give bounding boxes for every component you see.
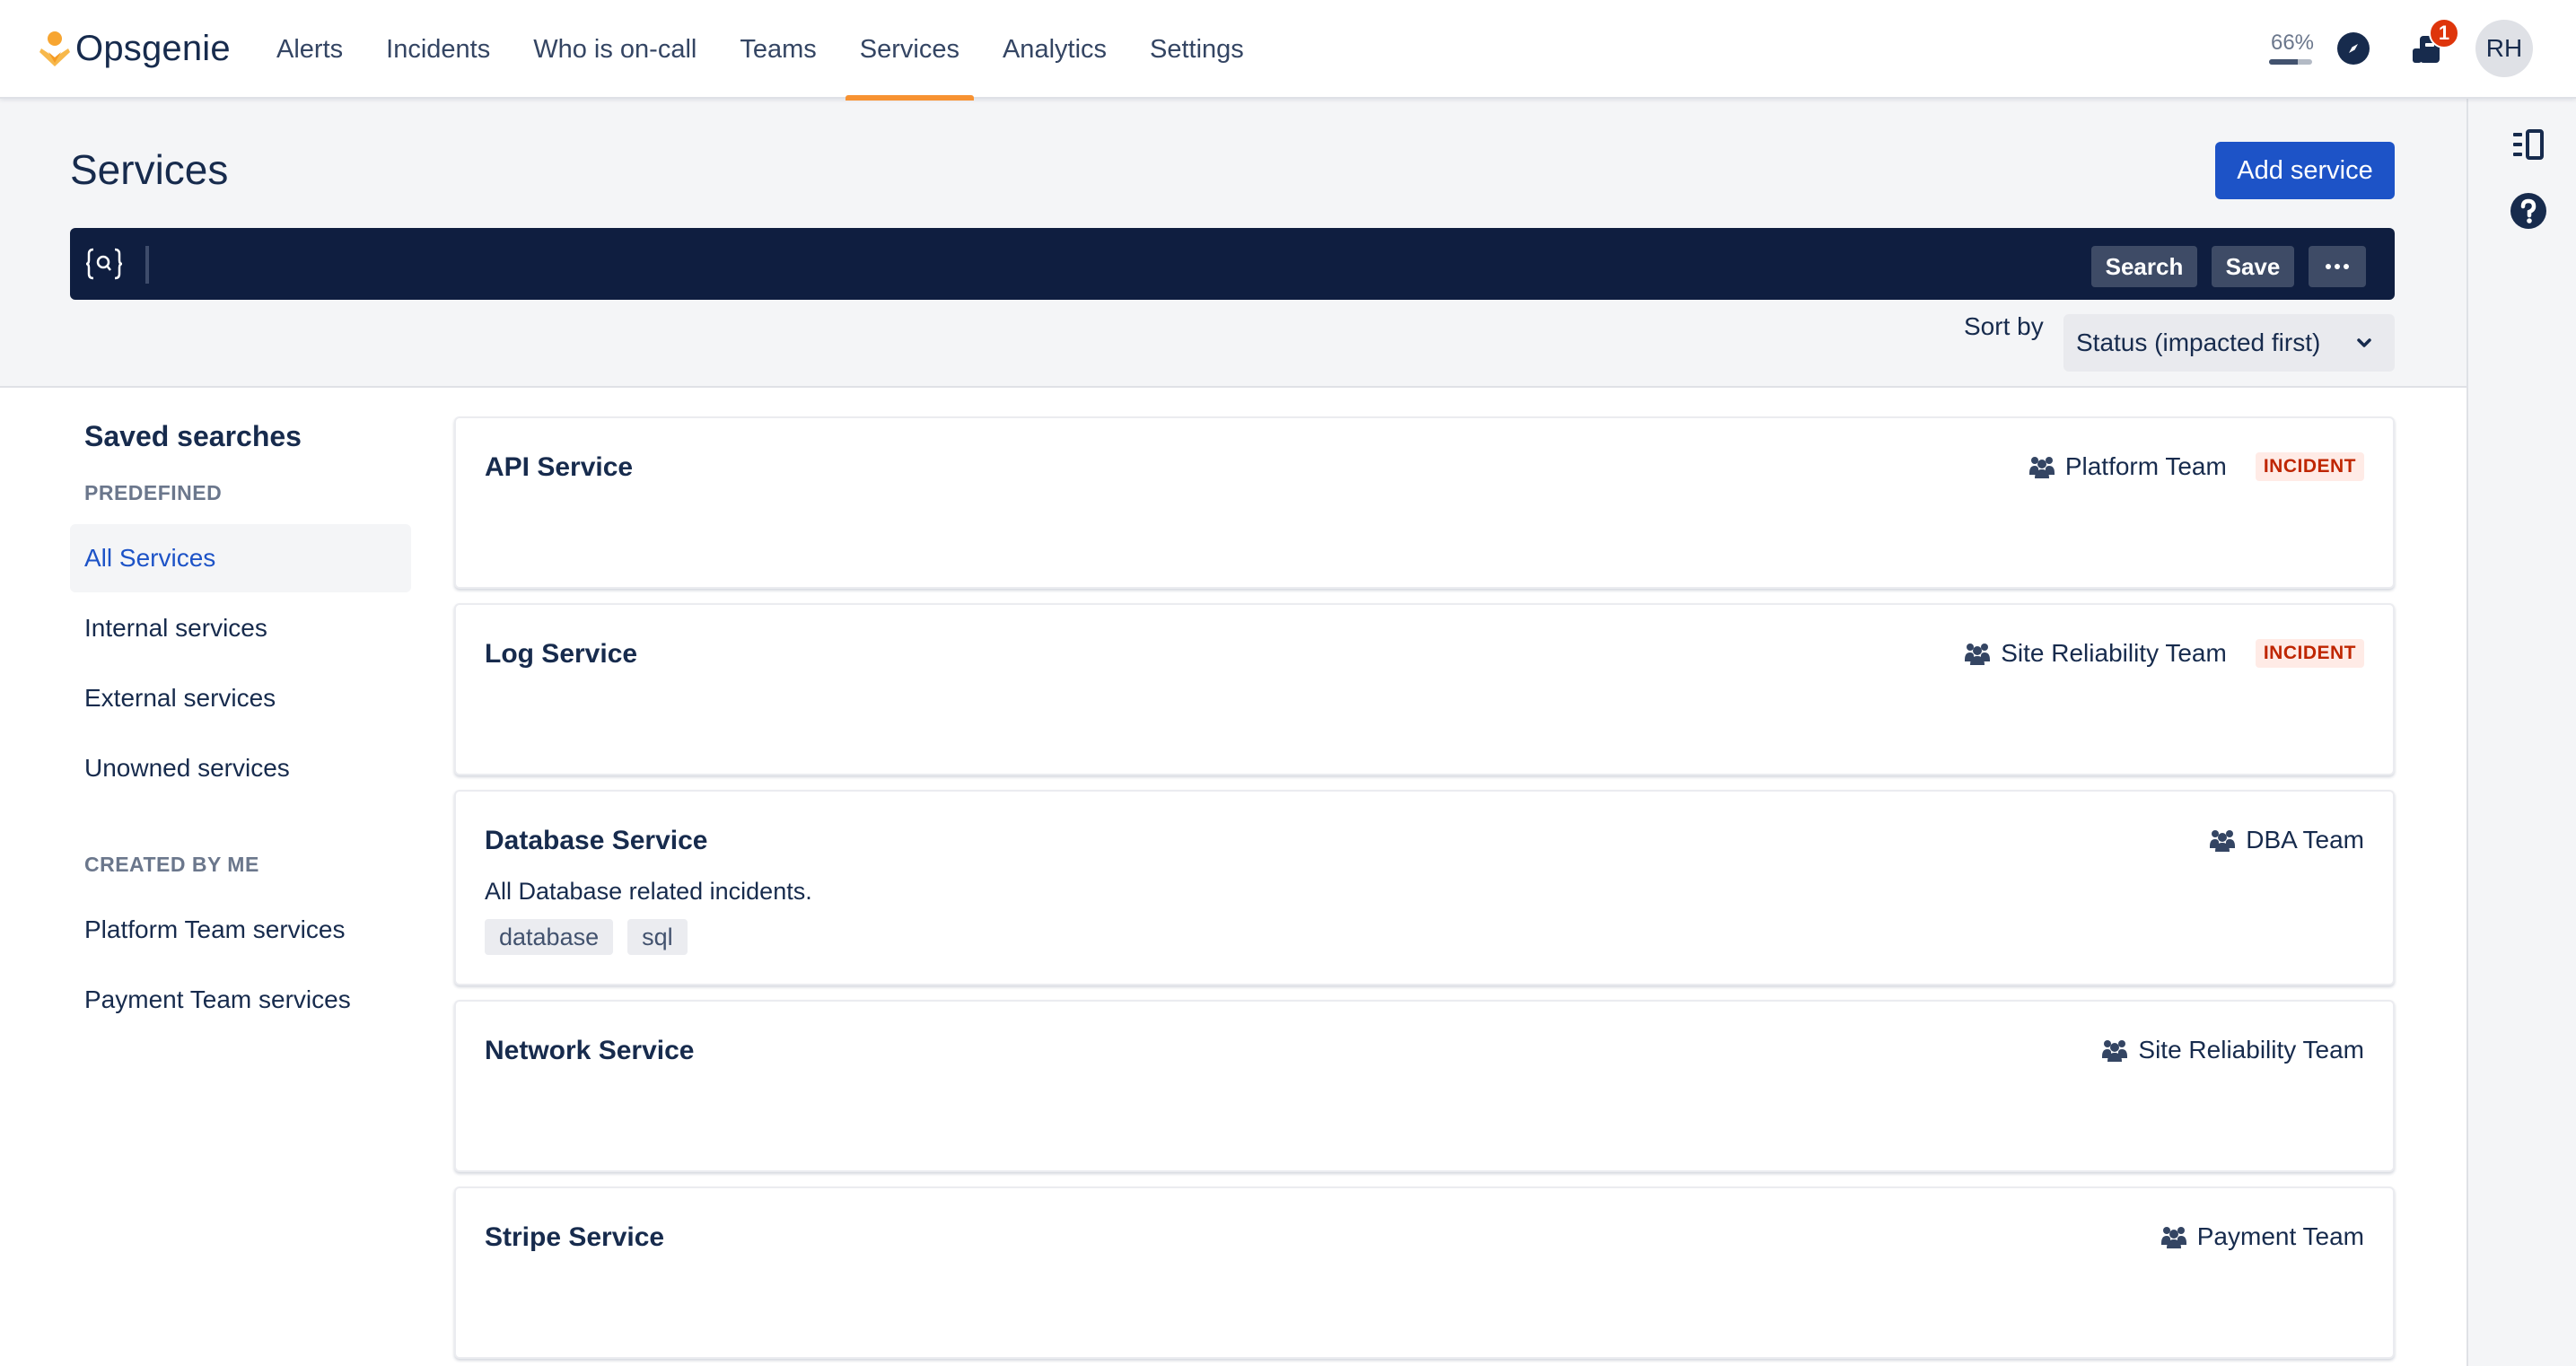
service-card-database-service[interactable]: Database Service All Database related in…: [454, 790, 2395, 985]
saved-search-label: Platform Team services: [84, 915, 346, 943]
more-horizontal-icon: [2326, 264, 2349, 269]
nav-item-teams[interactable]: Teams: [725, 0, 830, 99]
service-name: Stripe Service: [485, 1222, 665, 1252]
service-name: Network Service: [485, 1036, 695, 1065]
saved-search-external-services[interactable]: External services: [70, 664, 411, 732]
panel-toggle-icon[interactable]: [2510, 126, 2547, 163]
saved-search-internal-services[interactable]: Internal services: [70, 594, 411, 662]
nav-item-who-is-on-call[interactable]: Who is on-call: [519, 0, 711, 99]
service-team: Site Reliability Team: [1965, 639, 2227, 668]
team-name: Site Reliability Team: [2001, 639, 2227, 667]
quota-bar-fill: [2269, 59, 2298, 65]
tag-sql[interactable]: sql: [627, 919, 688, 955]
opsgenie-logo[interactable]: Opsgenie: [39, 23, 231, 74]
incident-status-badge: INCIDENT: [2255, 639, 2364, 668]
service-card-network-service[interactable]: Network Service Site Reliability Team: [454, 1000, 2395, 1172]
sort-selected-value: Status (impacted first): [2076, 328, 2321, 356]
nav-item-alerts[interactable]: Alerts: [262, 0, 357, 99]
notification-count-badge: 1: [2429, 18, 2459, 48]
section-heading-created-by-me: CREATED BY ME: [84, 853, 259, 876]
service-card-log-service[interactable]: Log Service Site Reliability Team INCIDE…: [454, 603, 2395, 775]
saved-search-label: External services: [84, 684, 276, 712]
service-team: DBA Team: [2210, 826, 2364, 854]
nav-label: Analytics: [1002, 34, 1108, 64]
nav-label: Services: [859, 34, 959, 64]
team-icon: [2102, 1040, 2128, 1062]
app-name: Opsgenie: [75, 28, 231, 68]
compass-icon: [2349, 44, 2358, 53]
chevron-down-icon: [2357, 338, 2371, 347]
team-icon: [2028, 457, 2055, 478]
user-avatar[interactable]: RH: [2475, 20, 2533, 77]
save-search-button[interactable]: Save: [2212, 246, 2294, 287]
service-tags: database sql: [485, 919, 688, 955]
service-meta: Payment Team: [2160, 1222, 2364, 1251]
right-utility-rail: [2466, 99, 2576, 1366]
service-meta: DBA Team: [2210, 826, 2364, 854]
service-name: Log Service: [485, 639, 638, 669]
team-name: Site Reliability Team: [2138, 1036, 2364, 1064]
main-nav: Alerts Incidents Who is on-call Teams Se…: [262, 0, 1273, 101]
saved-search-payment-team-services[interactable]: Payment Team services: [70, 966, 411, 1034]
add-service-button[interactable]: Add service: [2215, 142, 2395, 199]
nav-label: Incidents: [386, 34, 491, 64]
search-bar: Search Save: [70, 228, 2395, 300]
compass-button[interactable]: [2337, 32, 2370, 65]
page-title: Services: [70, 146, 229, 193]
service-name: Database Service: [485, 826, 708, 855]
service-meta: Platform Team INCIDENT: [2028, 452, 2364, 481]
top-navigation: Opsgenie Alerts Incidents Who is on-call…: [0, 0, 2576, 101]
service-team: Site Reliability Team: [2102, 1036, 2364, 1064]
tag-database[interactable]: database: [485, 919, 614, 955]
service-card-api-service[interactable]: API Service Platform Team INCIDENT: [454, 416, 2395, 589]
team-icon: [2210, 830, 2236, 852]
nav-item-incidents[interactable]: Incidents: [372, 0, 504, 99]
page-header: Services Add service Search Save Sort by…: [0, 99, 2466, 388]
team-name: Platform Team: [2064, 452, 2227, 480]
sort-by-select[interactable]: Status (impacted first): [2063, 314, 2395, 372]
section-heading-predefined: PREDEFINED: [84, 481, 223, 504]
team-name: DBA Team: [2246, 826, 2364, 854]
sort-by-label: Sort by: [1964, 312, 2044, 340]
nav-item-settings[interactable]: Settings: [1135, 0, 1258, 99]
saved-search-unowned-services[interactable]: Unowned services: [70, 734, 411, 802]
quota-bar: [2269, 59, 2312, 65]
team-name: Payment Team: [2196, 1222, 2364, 1250]
more-options-button[interactable]: [2309, 246, 2366, 287]
service-team: Platform Team: [2028, 452, 2227, 481]
saved-search-label: Payment Team services: [84, 985, 351, 1013]
service-meta: Site Reliability Team: [2102, 1036, 2364, 1064]
nav-label: Settings: [1150, 34, 1244, 64]
team-icon: [2160, 1227, 2186, 1248]
query-search-icon: [85, 248, 123, 280]
service-team: Payment Team: [2160, 1222, 2364, 1251]
usage-quota-indicator[interactable]: 66%: [2269, 31, 2316, 65]
search-button[interactable]: Search: [2091, 246, 2197, 287]
saved-search-label: Internal services: [84, 614, 267, 642]
quota-percent: 66%: [2270, 31, 2315, 55]
saved-search-all-services[interactable]: All Services: [70, 524, 411, 592]
nav-item-analytics[interactable]: Analytics: [988, 0, 1121, 99]
service-card-stripe-service[interactable]: Stripe Service Payment Team: [454, 1186, 2395, 1359]
opsgenie-logo-icon: [39, 31, 70, 66]
service-description: All Database related incidents.: [485, 878, 812, 905]
search-divider: [145, 246, 149, 284]
nav-label: Who is on-call: [533, 34, 697, 64]
saved-search-platform-team-services[interactable]: Platform Team services: [70, 896, 411, 964]
incident-status-badge: INCIDENT: [2255, 452, 2364, 481]
saved-searches-title: Saved searches: [84, 420, 302, 452]
saved-search-label: All Services: [84, 544, 216, 572]
team-icon: [1965, 644, 1991, 665]
service-meta: Site Reliability Team INCIDENT: [1965, 639, 2364, 668]
nav-item-services[interactable]: Services: [845, 0, 975, 101]
nav-label: Alerts: [276, 34, 344, 64]
help-icon[interactable]: [2510, 192, 2547, 230]
search-query-input[interactable]: [156, 237, 2149, 291]
service-name: API Service: [485, 452, 634, 482]
nav-label: Teams: [740, 34, 817, 64]
saved-search-label: Unowned services: [84, 754, 290, 782]
